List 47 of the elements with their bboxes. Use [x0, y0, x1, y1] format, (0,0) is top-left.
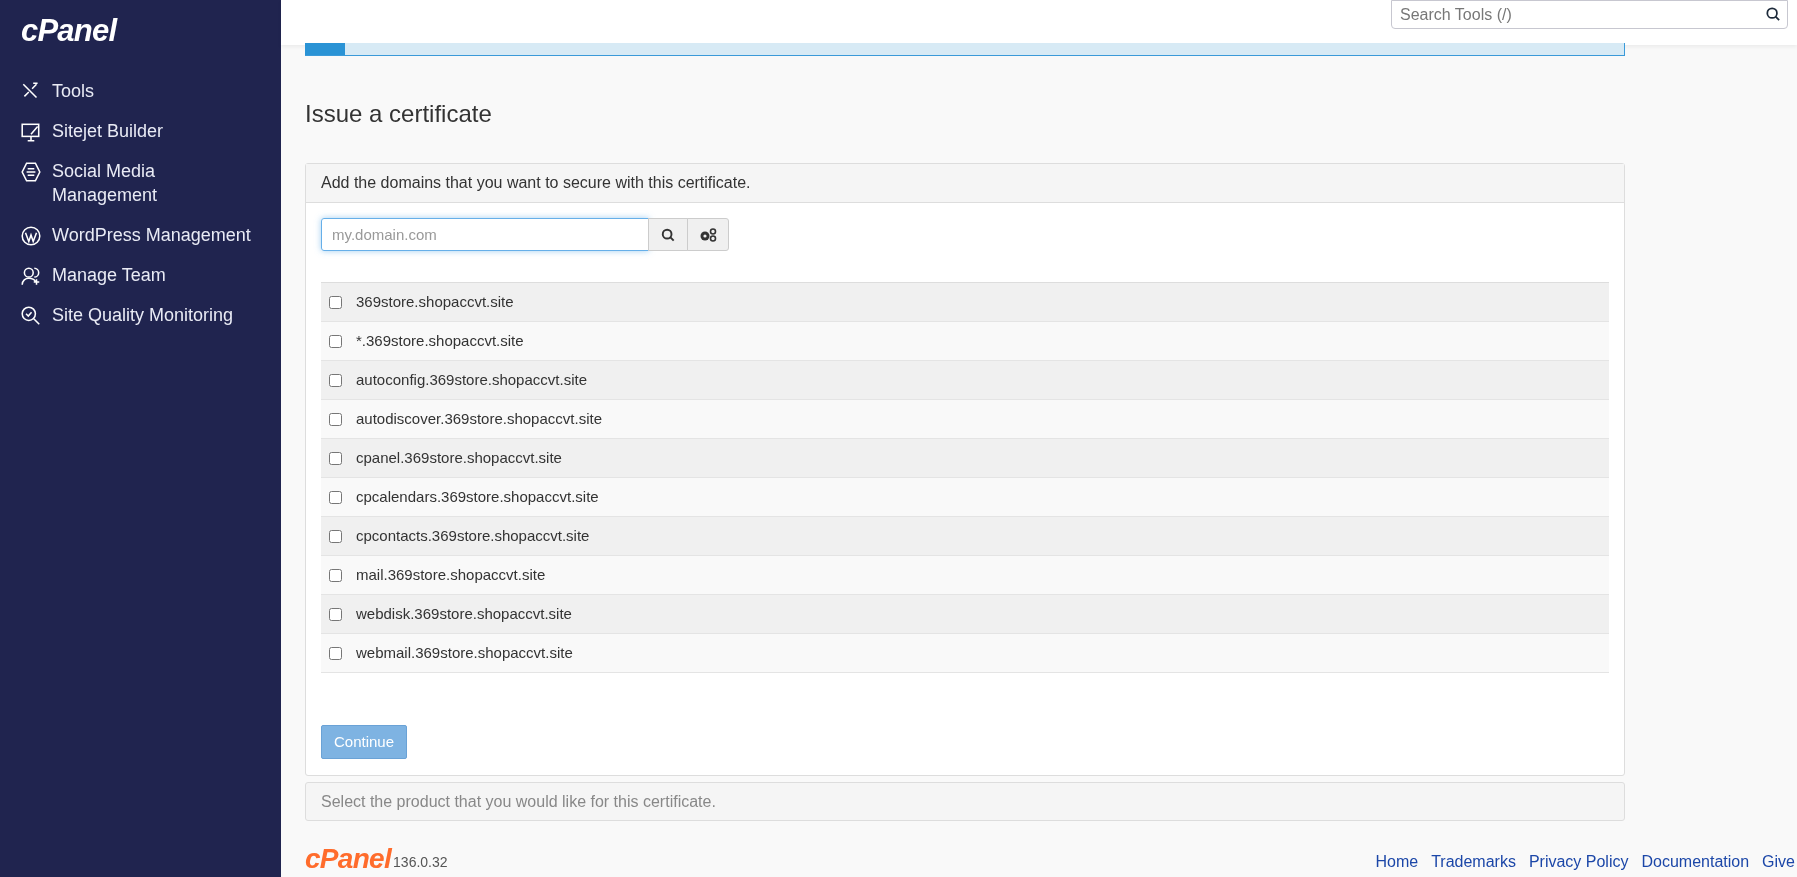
gears-icon	[699, 227, 717, 242]
footer-link[interactable]: Trademarks	[1431, 850, 1516, 874]
domain-checkbox[interactable]	[329, 607, 342, 621]
sidebar-item[interactable]: Manage Team	[0, 262, 281, 287]
domain-checkbox[interactable]	[329, 334, 342, 348]
domain-checkbox[interactable]	[329, 451, 342, 465]
domain-name: cpanel.369store.shopaccvt.site	[356, 447, 562, 468]
domain-checkbox[interactable]	[329, 295, 342, 309]
page-title: Issue a certificate	[305, 99, 493, 129]
cpanel-logo: cPanel	[305, 844, 392, 874]
sidebar-item[interactable]: Sitejet Builder	[0, 118, 281, 143]
search-icon	[661, 227, 675, 242]
domain-name: cpcontacts.369store.shopaccvt.site	[356, 525, 590, 546]
search-icon	[1766, 7, 1780, 21]
wordpress-icon	[20, 224, 42, 247]
domain-name: mail.369store.shopaccvt.site	[356, 564, 546, 585]
sidebar-item[interactable]: Tools	[0, 78, 281, 103]
sidebar-item[interactable]: Social Media Management	[0, 158, 281, 207]
domain-checkbox[interactable]	[329, 490, 342, 504]
domain-name: webmail.369store.shopaccvt.site	[356, 642, 573, 663]
hexagon-icon	[20, 160, 42, 183]
domain-name: autoconfig.369store.shopaccvt.site	[356, 369, 587, 390]
domain-checkbox[interactable]	[329, 412, 342, 426]
domain-checkbox[interactable]	[329, 568, 342, 582]
domain-name: *.369store.shopaccvt.site	[356, 330, 524, 351]
search-button[interactable]	[648, 218, 688, 251]
sidebar-item[interactable]: Site Quality Monitoring	[0, 302, 281, 327]
footer-link[interactable]: Privacy Policy	[1528, 850, 1629, 874]
domain-name: autodiscover.369store.shopaccvt.site	[356, 408, 602, 429]
magnifier-check-icon	[20, 304, 42, 327]
cpanel-logo[interactable]: cPanel	[21, 8, 117, 55]
footer-link[interactable]: Home	[1375, 850, 1419, 874]
sidebar-item[interactable]: WordPress Management	[0, 222, 281, 247]
domain-input-field[interactable]: my.domain.com	[321, 218, 649, 251]
domain-name: cpcalendars.369store.shopaccvt.site	[356, 486, 599, 507]
panel-heading: Add the domains that you want to secure with this certificate.	[306, 164, 1624, 203]
settings-button[interactable]	[687, 218, 729, 251]
domain-checkbox[interactable]	[329, 646, 342, 660]
footer-link[interactable]: Documentation	[1641, 850, 1750, 874]
footer-link[interactable]: Give	[1762, 850, 1795, 874]
domain-name: 369store.shopaccvt.site	[356, 291, 514, 312]
product-panel: Select the product that you would like for this certificate.	[305, 782, 1625, 821]
domain-checkbox[interactable]	[329, 373, 342, 387]
search-tools-field[interactable]: Search Tools (/)	[1391, 0, 1788, 29]
version-text: 136.0.32	[393, 853, 448, 872]
domain-name: webdisk.369store.shopaccvt.site	[356, 603, 572, 624]
domain-checkbox[interactable]	[329, 529, 342, 543]
